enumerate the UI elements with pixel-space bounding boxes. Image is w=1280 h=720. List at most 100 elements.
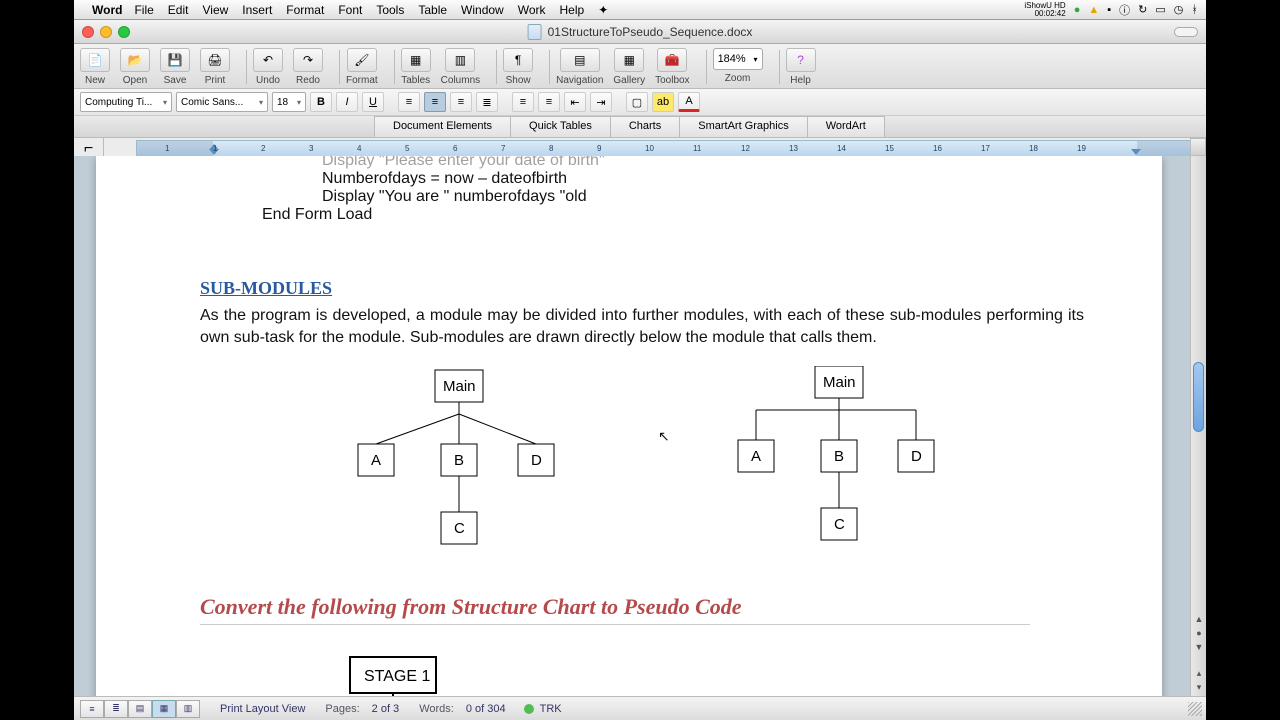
menu-edit[interactable]: Edit <box>168 3 189 17</box>
menu-help[interactable]: Help <box>560 3 585 17</box>
align-justify-button[interactable]: ≣ <box>476 92 498 112</box>
svg-text:B: B <box>834 448 844 465</box>
scroll-thumb[interactable] <box>1193 362 1204 432</box>
zoom-button[interactable] <box>118 26 130 38</box>
view-draft-button[interactable]: ≡ <box>80 700 104 718</box>
pages-value: 2 of 3 <box>372 703 400 715</box>
status-bluetooth-icon[interactable]: ᚼ <box>1191 4 1198 16</box>
svg-text:A: A <box>751 448 761 465</box>
status-green-icon[interactable]: ● <box>1074 4 1081 16</box>
tab-smartart[interactable]: SmartArt Graphics <box>679 116 807 137</box>
menu-tools[interactable]: Tools <box>376 3 404 17</box>
toolbar-toggle-button[interactable] <box>1174 27 1198 37</box>
code-line: End Form Load <box>200 206 1084 224</box>
view-print-layout-button[interactable]: ▦ <box>152 700 176 718</box>
menu-window[interactable]: Window <box>461 3 504 17</box>
pages-label: Pages: <box>325 703 359 715</box>
navigation-button[interactable]: ▤ <box>560 48 600 72</box>
help-button[interactable]: ? <box>786 48 816 72</box>
undo-button[interactable]: ↶ <box>253 48 283 72</box>
browse-object-icon[interactable]: ● <box>1191 628 1206 642</box>
status-display-icon[interactable]: ▭ <box>1155 3 1165 16</box>
svg-text:D: D <box>911 448 922 465</box>
svg-text:B: B <box>454 452 464 469</box>
status-info-icon[interactable]: ⓘ <box>1119 2 1130 18</box>
tab-charts[interactable]: Charts <box>610 116 680 137</box>
status-alert-icon[interactable]: ▲ <box>1088 4 1099 16</box>
italic-button[interactable]: I <box>336 92 358 112</box>
menu-view[interactable]: View <box>202 3 228 17</box>
horizontal-ruler[interactable]: 112345678910111213141516171819 <box>136 140 1200 158</box>
save-button[interactable]: 💾 <box>160 48 190 72</box>
standard-toolbar: 📄New 📂Open 💾Save 🖨Print ↶Undo ↷Redo 🖌For… <box>74 44 1206 89</box>
status-box-icon[interactable]: ▪ <box>1107 4 1111 16</box>
menu-table[interactable]: Table <box>418 3 447 17</box>
bold-button[interactable]: B <box>310 92 332 112</box>
svg-text:STAGE 1: STAGE 1 <box>364 668 430 685</box>
split-box[interactable] <box>1190 138 1206 156</box>
heading-submodules: SUB-MODULES <box>200 278 1084 299</box>
menu-file[interactable]: File <box>134 3 153 17</box>
status-bar: ≡ ≣ ▤ ▦ ▥ Print Layout View Pages: 2 of … <box>74 696 1206 720</box>
page-up-icon[interactable]: ▲ <box>1191 614 1206 628</box>
tables-button[interactable]: ▦ <box>401 48 431 72</box>
tab-quick-tables[interactable]: Quick Tables <box>510 116 611 137</box>
style-combo[interactable]: Computing Ti...▾ <box>80 92 172 112</box>
status-sync-icon[interactable]: ↻ <box>1138 3 1147 16</box>
track-changes-label[interactable]: TRK <box>540 703 562 715</box>
menu-font[interactable]: Font <box>338 3 362 17</box>
align-right-button[interactable]: ≡ <box>450 92 472 112</box>
minimize-button[interactable] <box>100 26 112 38</box>
open-button[interactable]: 📂 <box>120 48 150 72</box>
highlight-button[interactable]: ab <box>652 92 674 112</box>
print-button[interactable]: 🖨 <box>200 48 230 72</box>
vertical-scrollbar[interactable]: ▲ ● ▼ ▴ ▾ <box>1190 156 1206 696</box>
tab-document-elements[interactable]: Document Elements <box>374 116 511 137</box>
gallery-button[interactable]: ▦ <box>614 48 644 72</box>
borders-button[interactable]: ▢ <box>626 92 648 112</box>
zoom-combo[interactable]: 184%▾ <box>713 48 763 70</box>
font-color-button[interactable]: A <box>678 92 700 112</box>
scroll-down-arrow[interactable]: ▾ <box>1191 682 1206 696</box>
page-down-icon[interactable]: ▼ <box>1191 642 1206 656</box>
fontsize-combo[interactable]: 18▾ <box>272 92 306 112</box>
bulleted-list-button[interactable]: ≡ <box>538 92 560 112</box>
toolbox-button[interactable]: 🧰 <box>657 48 687 72</box>
format-button[interactable]: 🖌 <box>347 48 377 72</box>
paragraph-submodules: As the program is developed, a module ma… <box>200 305 1084 348</box>
decrease-indent-button[interactable]: ⇤ <box>564 92 586 112</box>
words-label: Words: <box>419 703 454 715</box>
app-name[interactable]: Word <box>92 3 122 17</box>
code-line: Numberofdays = now – dateofbirth <box>200 170 1084 188</box>
columns-button[interactable]: ▥ <box>445 48 475 72</box>
font-combo[interactable]: Comic Sans...▾ <box>176 92 268 112</box>
resize-grip[interactable] <box>1188 702 1202 716</box>
status-clock-icon[interactable]: ◷ <box>1174 3 1184 16</box>
scroll-up-arrow[interactable]: ▴ <box>1191 668 1206 682</box>
ishowu-indicator: iShowU HD 00:02:42 <box>1024 2 1065 18</box>
underline-button[interactable]: U <box>362 92 384 112</box>
increase-indent-button[interactable]: ⇥ <box>590 92 612 112</box>
code-line: Display "You are " numberofdays "old <box>200 188 1084 206</box>
view-publishing-button[interactable]: ▤ <box>128 700 152 718</box>
menu-format[interactable]: Format <box>286 3 324 17</box>
redo-button[interactable]: ↷ <box>293 48 323 72</box>
new-button[interactable]: 📄 <box>80 48 110 72</box>
menu-work[interactable]: Work <box>518 3 546 17</box>
track-changes-indicator-icon[interactable] <box>524 704 534 714</box>
formatting-toolbar: Computing Ti...▾ Comic Sans...▾ 18▾ B I … <box>74 89 1206 116</box>
numbered-list-button[interactable]: ≡ <box>512 92 534 112</box>
view-outline-button[interactable]: ≣ <box>104 700 128 718</box>
align-center-button[interactable]: ≡ <box>424 92 446 112</box>
tab-wordart[interactable]: WordArt <box>807 116 885 137</box>
status-view-label: Print Layout View <box>220 703 305 715</box>
close-button[interactable] <box>82 26 94 38</box>
script-menu-icon[interactable]: ✦ <box>598 3 608 17</box>
window-titlebar: 01StructureToPseudo_Sequence.docx <box>74 20 1206 44</box>
right-indent-marker[interactable] <box>1131 149 1141 155</box>
align-left-button[interactable]: ≡ <box>398 92 420 112</box>
view-notebook-button[interactable]: ▥ <box>176 700 200 718</box>
menu-insert[interactable]: Insert <box>242 3 272 17</box>
document-page[interactable]: Display "Please enter your date of birth… <box>96 156 1162 696</box>
show-button[interactable]: ¶ <box>503 48 533 72</box>
